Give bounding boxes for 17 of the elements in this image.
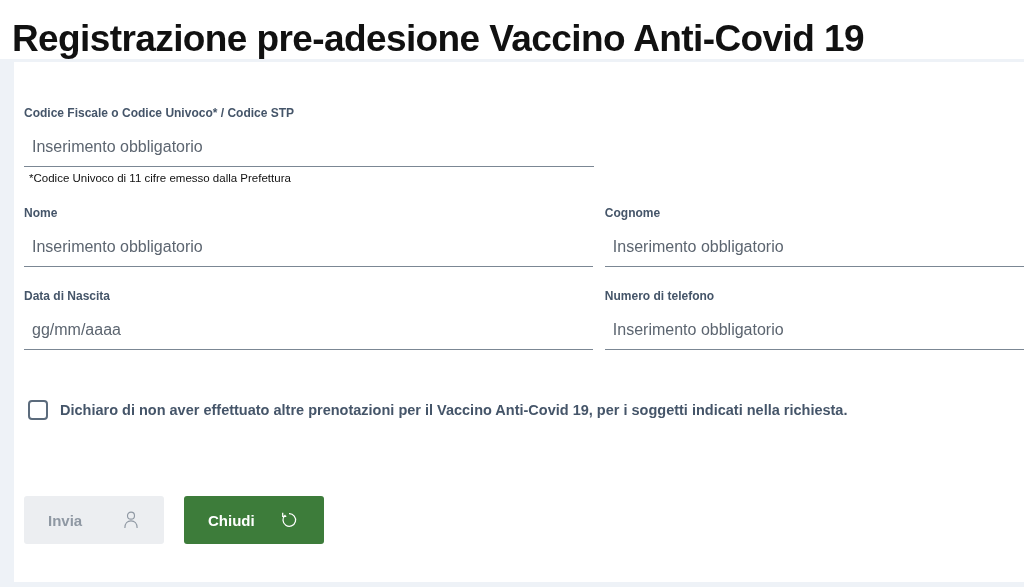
form-button[interactable]: Chiudi	[184, 496, 324, 544]
field-label: Codice Fiscale o Codice Univoco* / Codice STP	[24, 106, 296, 122]
field-label: Data di Nascita	[24, 289, 112, 305]
checkbox-label: Dichiaro di non aver effettuato altre prenotazioni per il Vaccino Anti-Covid 19, per i soggetti indicati nella richiesta.	[60, 402, 848, 418]
field-label: Nome	[24, 206, 59, 222]
field-label: Numero di telefono	[604, 289, 716, 305]
field-hint: *Codice Univoco di 11 cifre emesso dalla Prefettura	[28, 171, 292, 184]
person-icon	[124, 511, 138, 529]
refresh-icon	[280, 511, 298, 529]
input-field[interactable]: Inserimento obbligatorio	[24, 128, 594, 167]
checkbox[interactable]	[28, 400, 48, 420]
input-field[interactable]: Inserimento obbligatorio	[24, 228, 593, 267]
field-label: Cognome	[604, 206, 662, 222]
input-field[interactable]: Inserimento obbligatorio	[604, 311, 1024, 350]
input-field[interactable]: Inserimento obbligatorio	[604, 228, 1024, 267]
page-title: Registrazione pre-adesione Vaccino Anti-Covid 19	[0, 0, 1024, 59]
input-field[interactable]: gg/mm/aaaa	[24, 311, 593, 350]
